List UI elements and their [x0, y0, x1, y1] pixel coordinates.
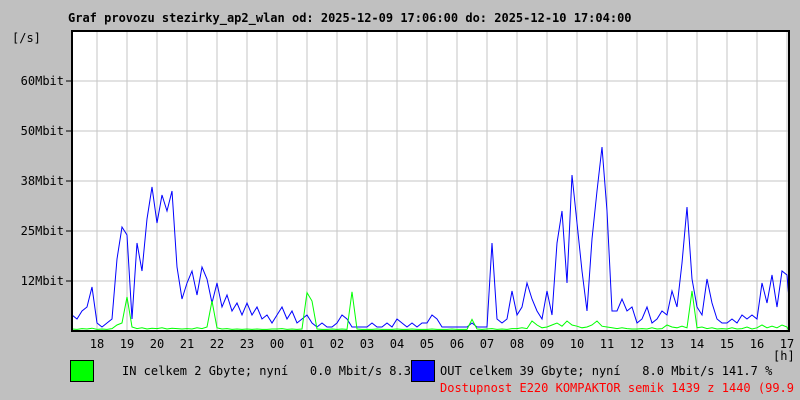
x-tick-label: 12 — [629, 337, 645, 351]
x-tick-label: 19 — [119, 337, 135, 351]
x-tick-label: 22 — [209, 337, 225, 351]
traffic-graph — [66, 30, 790, 332]
x-tick-label: 20 — [149, 337, 165, 351]
x-tick-label: 07 — [479, 337, 495, 351]
y-tick-label: 38Mbit — [20, 174, 64, 188]
x-tick-label: 08 — [509, 337, 525, 351]
x-tick-label: 13 — [659, 337, 675, 351]
x-tick-label: 09 — [539, 337, 555, 351]
x-tick-label: 21 — [179, 337, 195, 351]
x-tick-label: 10 — [569, 337, 585, 351]
legend-label-in: IN celkem 2 Gbyte; nyní 0.0 Mbit/s 8.3 % — [122, 364, 426, 378]
availability-text: Dostupnost E220 KOMPAKTOR semik 1439 z 1… — [440, 381, 800, 395]
x-tick-label: 16 — [749, 337, 765, 351]
x-tick-label: 23 — [239, 337, 255, 351]
y-tick-label: 60Mbit — [20, 74, 64, 88]
x-tick-label: 14 — [689, 337, 705, 351]
x-axis-unit-label: [h] — [773, 349, 795, 363]
legend-swatch-out — [411, 360, 435, 382]
x-tick-label: 02 — [329, 337, 345, 351]
legend-label-out: OUT celkem 39 Gbyte; nyní 8.0 Mbit/s 141… — [440, 364, 773, 378]
y-axis-unit-label: [/s] — [12, 31, 41, 45]
x-tick-label: 06 — [449, 337, 465, 351]
y-tick-label: 12Mbit — [20, 274, 64, 288]
page-title: Graf provozu stezirky_ap2_wlan od: 2025-… — [68, 11, 632, 25]
y-tick-label: 25Mbit — [20, 224, 64, 238]
x-tick-label: 04 — [389, 337, 405, 351]
x-tick-label: 18 — [89, 337, 105, 351]
x-tick-label: 01 — [299, 337, 315, 351]
legend-swatch-in — [70, 360, 94, 382]
x-tick-label: 05 — [419, 337, 435, 351]
x-tick-label: 03 — [359, 337, 375, 351]
x-tick-label: 00 — [269, 337, 285, 351]
x-tick-label: 15 — [719, 337, 735, 351]
y-tick-label: 50Mbit — [20, 124, 64, 138]
x-tick-label: 11 — [599, 337, 615, 351]
